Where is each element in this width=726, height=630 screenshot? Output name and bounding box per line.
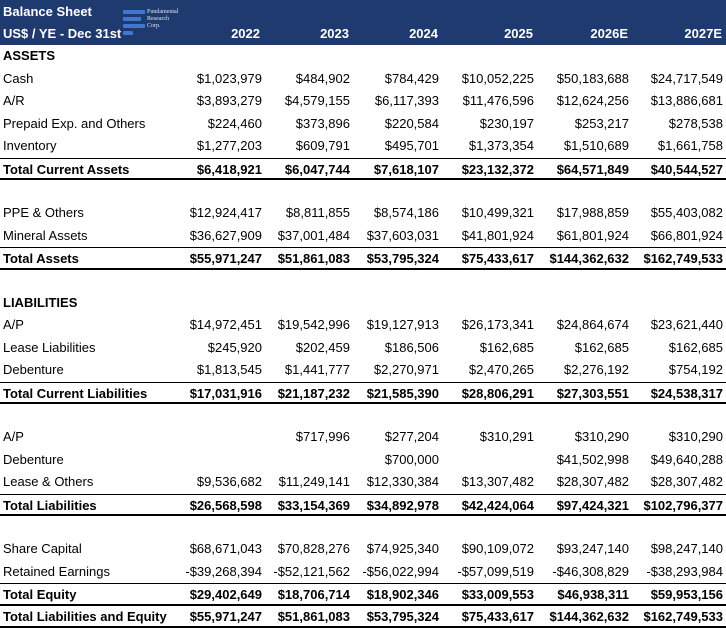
logo-text-line: Corp. xyxy=(147,23,161,29)
logo-text-line: Research xyxy=(147,16,169,22)
row-label: Inventory xyxy=(3,138,57,153)
row-spacer xyxy=(0,404,726,426)
balance-sheet: Balance Sheet US$ / YE - Dec 31st Fundam… xyxy=(0,0,726,630)
sheet-rows: ASSETS Cash $1,023,979 $484,902 $784,429 $10,… xyxy=(0,45,726,628)
row-label: A/P xyxy=(3,429,24,444)
total-row: Total Assets $55,971,247 $51,861,083 $53,79… xyxy=(0,247,726,270)
year-header-2027e: 2027E xyxy=(684,26,722,41)
row-spacer xyxy=(0,516,726,538)
year-header-2024: 2024 xyxy=(409,26,438,41)
row-label: Total Equity xyxy=(3,587,77,602)
section-header-assets: ASSETS xyxy=(0,45,726,68)
logo-bars-icon xyxy=(123,9,145,35)
row-label: Prepaid Exp. and Others xyxy=(3,115,146,131)
value-cell: $754,192 xyxy=(668,362,723,377)
table-row: Debenture $1,813,545 $1,441,777 $2,270,971 $… xyxy=(0,359,726,382)
total-row: Total Liabilities and Equity $55,971,247 $… xyxy=(0,606,726,628)
row-label: A/R xyxy=(3,93,25,108)
row-label: Retained Earnings xyxy=(3,563,110,579)
value-cell: $13,886,681 xyxy=(650,93,723,108)
row-label: Total Liabilities xyxy=(3,497,97,513)
value-cell: $310,290 xyxy=(668,429,723,444)
value-cell: $1,661,758 xyxy=(657,138,723,153)
value-cell: -$38,293,984 xyxy=(646,563,723,579)
value-cell: $66,801,924 xyxy=(650,227,723,243)
value-cell: $98,247,140 xyxy=(650,541,723,556)
table-row: Mineral Assets $36,627,909 $37,001,484 $37,… xyxy=(0,225,726,248)
currency-label: US$ / YE - Dec 31st xyxy=(3,26,122,41)
row-label: Cash xyxy=(3,70,34,86)
value-cell: $59,953,156 xyxy=(650,587,723,602)
table-row: Retained Earnings -$39,268,394 -$52,121,56… xyxy=(0,561,726,584)
value-cell: $28,307,482 xyxy=(650,474,723,489)
table-row: Prepaid Exp. and Others $224,460 $373,896 $… xyxy=(0,113,726,136)
row-label: PPE & Others xyxy=(3,205,84,220)
row-spacer xyxy=(0,180,726,202)
table-row: Share Capital $68,671,043 $70,828,276 $74,9… xyxy=(0,538,726,561)
value-cell: $55,403,082 xyxy=(650,205,723,220)
total-row: Total Liabilities $26,568,598 $33,154,369 $… xyxy=(0,493,726,516)
table-row: Inventory $1,277,203 $609,791 $495,701 $1,37… xyxy=(0,135,726,158)
row-spacer xyxy=(0,270,726,292)
table-row: A/P $717,996 $277,204 $310,291 $310,290 $310,… xyxy=(0,426,726,449)
value-cell: $24,717,549 xyxy=(650,70,723,86)
value-cell: $102,796,377 xyxy=(643,497,723,513)
row-label: Share Capital xyxy=(3,541,82,556)
table-row: Lease & Others $9,536,682 $11,249,141 $12,3… xyxy=(0,471,726,494)
total-row: Total Current Liabilities $17,031,916 $21,… xyxy=(0,381,726,404)
row-label: Total Current Liabilities xyxy=(3,385,148,401)
section-header-liabilities: LIABILITIES xyxy=(0,292,726,315)
sheet-title: Balance Sheet xyxy=(3,4,92,19)
value-cell: $24,538,317 xyxy=(650,385,723,401)
sheet-header: Balance Sheet US$ / YE - Dec 31st Fundam… xyxy=(0,0,726,45)
row-label: Total Current Assets xyxy=(3,161,130,177)
row-label: Debenture xyxy=(3,362,64,377)
table-row: Lease Liabilities $245,920 $202,459 $186,50… xyxy=(0,337,726,360)
table-row: PPE & Others $12,924,417 $8,811,855 $8,574,… xyxy=(0,202,726,225)
row-label: Lease & Others xyxy=(3,474,94,489)
year-header-2025: 2025 xyxy=(504,26,533,41)
row-label: Lease Liabilities xyxy=(3,339,96,355)
table-row: A/P $14,972,451 $19,542,996 $19,127,913 $26,… xyxy=(0,314,726,337)
total-row: Total Current Assets $6,418,921 $6,047,744… xyxy=(0,157,726,180)
row-label: Total Assets xyxy=(3,251,79,266)
value-cell: $40,544,527 xyxy=(650,161,723,177)
section-label: LIABILITIES xyxy=(3,294,78,310)
value-cell: $162,685 xyxy=(668,339,723,355)
year-header-2022: 2022 xyxy=(231,26,260,41)
value-cell: $700,000 xyxy=(384,451,439,467)
value-cell: $162,749,533 xyxy=(643,251,723,266)
row-label: A/P xyxy=(3,317,24,332)
table-row: A/R $3,893,279 $4,579,155 $6,117,393 $11,476… xyxy=(0,90,726,113)
year-header-2026e: 2026E xyxy=(590,26,628,41)
logo-text-line: Fundamental xyxy=(147,9,179,15)
value-cell: $23,621,440 xyxy=(650,317,723,332)
value-cell: $162,749,533 xyxy=(643,608,723,624)
year-header-2023: 2023 xyxy=(320,26,349,41)
value-cell: $49,640,288 xyxy=(650,451,723,467)
table-row: Cash $1,023,979 $484,902 $784,429 $10,052,22… xyxy=(0,68,726,91)
table-row: Debenture $700,000 $41,502,998 $49,640,288 xyxy=(0,449,726,472)
total-row: Total Equity $29,402,649 $18,706,714 $18,90… xyxy=(0,583,726,606)
value-cell: $278,538 xyxy=(668,115,723,131)
row-label: Mineral Assets xyxy=(3,227,88,243)
row-label: Debenture xyxy=(3,451,64,467)
section-label: ASSETS xyxy=(3,48,56,63)
